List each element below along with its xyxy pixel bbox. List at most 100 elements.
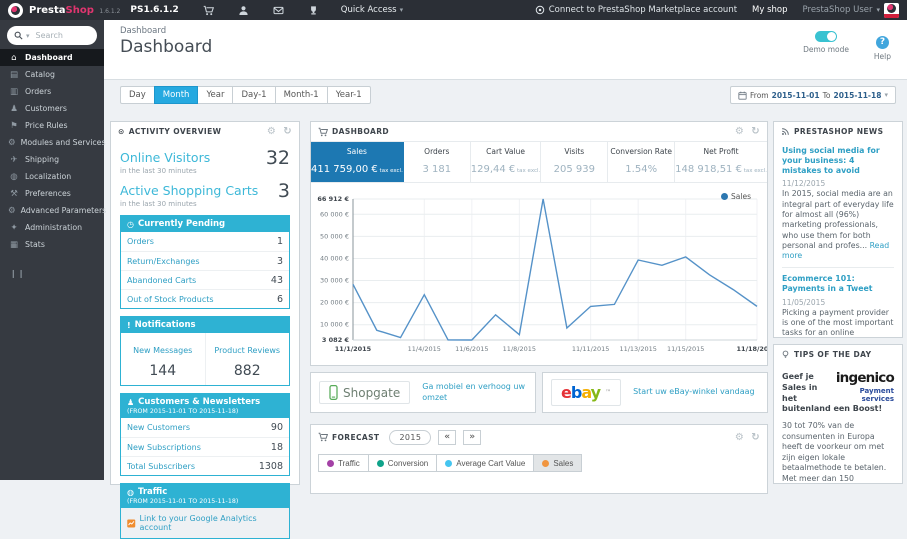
range-year-button[interactable]: Year — [197, 86, 234, 104]
kpi-value: 129,44 € tax excl. — [470, 164, 541, 175]
range-month-1-button[interactable]: Month-1 — [274, 86, 328, 104]
shopgate-link[interactable]: Ga mobiel en verhoog uw omzet — [422, 382, 527, 403]
refresh-icon[interactable]: ↻ — [751, 122, 760, 141]
sidebar-item-catalog[interactable]: ▤ Catalog — [0, 66, 104, 83]
news-article: Ecommerce 101: Payments in a Tweet 11/05… — [782, 274, 894, 337]
news-article-title[interactable]: Ecommerce 101: Payments in a Tweet — [782, 274, 894, 294]
ebay-banner[interactable]: ebay ™ Start uw eBay-winkel vandaag — [542, 372, 768, 413]
topbar: PrestaShop 1.6.1.2 PS1.6.1.2 Quick Acces… — [0, 0, 907, 20]
date-range-picker[interactable]: From 2015-11-01 To 2015-11-18 ▾ — [730, 86, 896, 104]
pending-abandoned-carts-link[interactable]: Abandoned Carts — [127, 276, 196, 285]
marketplace-icon — [535, 5, 544, 15]
marketplace-link[interactable]: Connect to PrestaShop Marketplace accoun… — [535, 5, 737, 15]
breadcrumb[interactable]: Dashboard — [120, 26, 166, 36]
range-day-1-button[interactable]: Day-1 — [232, 86, 276, 104]
phone-icon — [329, 385, 338, 400]
pending-return-exchanges-link[interactable]: Return/Exchanges — [127, 257, 200, 266]
kpi-conversion-rate[interactable]: Conversion Rate 1.54% — [608, 142, 676, 182]
kpi-cart-value[interactable]: Cart Value 129,44 € tax excl. — [471, 142, 542, 182]
sidebar-item-localization[interactable]: ◍ Localization — [0, 168, 104, 185]
sidebar-item-administration[interactable]: ✦ Administration — [0, 219, 104, 236]
sidebar-item-label: Customers — [25, 104, 67, 113]
gear-icon[interactable]: ⚙ — [735, 428, 744, 447]
sidebar-item-advanced-parameters[interactable]: ⚙ Advanced Parameters — [0, 202, 107, 219]
mail-icon[interactable] — [273, 5, 284, 16]
sidebar-item-modules-and-services[interactable]: ⚙ Modules and Services — [0, 134, 106, 151]
shop-version[interactable]: PS1.6.1.2 — [130, 5, 178, 15]
kpi-net-profit[interactable]: Net Profit 148 918,51 € tax excl. — [675, 142, 767, 182]
prestashop-news-panel: PRESTASHOP NEWS Using social media for y… — [773, 121, 903, 338]
kpi-label: Sales — [346, 147, 367, 156]
pending-out-of-stock-products-link[interactable]: Out of Stock Products — [127, 295, 214, 304]
my-shop-link[interactable]: My shop — [752, 5, 787, 15]
online-visitors-link[interactable]: Online Visitors — [120, 150, 210, 165]
product-reviews-link[interactable]: Product Reviews — [214, 346, 280, 355]
sidebar-item-label: Advanced Parameters — [20, 206, 107, 215]
customers-new-subscriptions-value: 18 — [270, 441, 283, 453]
customer-icon[interactable] — [238, 5, 249, 16]
sidebar-item-preferences[interactable]: ⚒ Preferences — [0, 185, 104, 202]
section-subtitle: (FROM 2015-11-01 TO 2015-11-18) — [127, 498, 239, 505]
online-visitors-value: 32 — [265, 147, 290, 169]
google-analytics-link[interactable]: Link to your Google Analytics account — [121, 508, 289, 538]
refresh-icon[interactable]: ↻ — [751, 428, 760, 447]
forecast-next-button[interactable]: » — [463, 429, 482, 445]
shopgate-banner[interactable]: Shopgate Ga mobiel en verhoog uw omzet — [310, 372, 536, 413]
gear-icon[interactable]: ⚙ — [735, 122, 744, 141]
advanced-parameters-icon: ⚙ — [8, 205, 16, 216]
active-carts-link[interactable]: Active Shopping Carts — [120, 183, 258, 198]
ebay-letter: a — [581, 383, 591, 402]
sidebar-item-stats[interactable]: ▦ Stats — [0, 236, 104, 253]
panel-title: FORECAST — [332, 432, 380, 442]
avatar — [884, 2, 899, 18]
marketplace-label: Connect to PrestaShop Marketplace accoun… — [548, 5, 738, 15]
customers-row: Total Subscribers 1308 — [121, 456, 289, 475]
kpi-orders[interactable]: Orders 3 181 — [404, 142, 471, 182]
active-carts-sub: in the last 30 minutes — [120, 200, 197, 208]
sidebar-item-customers[interactable]: ♟ Customers — [0, 100, 104, 117]
kpi-sales[interactable]: Sales 411 759,00 € tax excl. — [311, 142, 404, 182]
customers-total-subscribers-link[interactable]: Total Subscribers — [127, 462, 195, 471]
refresh-icon[interactable]: ↻ — [283, 122, 292, 141]
news-article-title[interactable]: Using social media for your business: 4 … — [782, 146, 894, 176]
forecast-prev-button[interactable]: « — [438, 429, 457, 445]
user-menu[interactable]: PrestaShop User ▾ — [803, 2, 899, 18]
trophy-icon[interactable] — [308, 5, 319, 16]
new-messages-link[interactable]: New Messages — [133, 346, 192, 355]
toggle-conversion[interactable]: Conversion — [367, 454, 438, 472]
svg-text:11/6/2015: 11/6/2015 — [455, 345, 488, 353]
gear-icon[interactable]: ⚙ — [267, 122, 276, 141]
svg-text:11/15/2015: 11/15/2015 — [667, 345, 704, 353]
pending-orders-link[interactable]: Orders — [127, 237, 154, 246]
collapse-sidebar-button[interactable]: ❙❙ — [10, 269, 104, 278]
demo-mode-toggle[interactable]: Demo mode — [803, 31, 849, 54]
quick-access-label: Quick Access — [340, 5, 397, 15]
cart-icon[interactable] — [203, 5, 214, 16]
toggle-average-cart-value[interactable]: Average Cart Value — [436, 454, 535, 472]
quick-access-menu[interactable]: Quick Access ▾ — [341, 5, 403, 15]
range-month-button[interactable]: Month — [153, 86, 199, 104]
ebay-link[interactable]: Start uw eBay-winkel vandaag — [633, 387, 755, 397]
forecast-year-select[interactable]: 2015 — [389, 429, 432, 445]
kpi-visits[interactable]: Visits 205 939 — [541, 142, 609, 182]
sidebar: ▾ Search ⌂ Dashboard ▤ Catalog ▥ Orders ♟ Custo… — [0, 20, 107, 480]
sidebar-item-shipping[interactable]: ✈ Shipping — [0, 151, 104, 168]
customers-new-subscriptions-link[interactable]: New Subscriptions — [127, 443, 201, 452]
toggle-switch-icon[interactable] — [815, 31, 838, 42]
customers-new-customers-link[interactable]: New Customers — [127, 423, 190, 432]
help-button[interactable]: ? Help — [874, 29, 891, 61]
range-year-1-button[interactable]: Year-1 — [326, 86, 371, 104]
localization-icon: ◍ — [10, 171, 18, 182]
range-day-button[interactable]: Day — [120, 86, 155, 104]
toggle-sales[interactable]: Sales — [533, 454, 583, 472]
sidebar-item-label: Stats — [25, 240, 45, 249]
sidebar-item-dashboard[interactable]: ⌂ Dashboard — [0, 49, 104, 66]
sidebar-item-orders[interactable]: ▥ Orders — [0, 83, 104, 100]
tip-body: 30 tot 70% van de consumenten in Europa … — [782, 421, 887, 483]
toggle-traffic[interactable]: Traffic — [318, 454, 369, 472]
sidebar-item-price-rules[interactable]: ⚑ Price Rules — [0, 117, 104, 134]
sidebar-search[interactable]: ▾ Search — [7, 26, 97, 45]
ingenico-logo: ingenico Payment services — [835, 370, 895, 403]
prestashop-logo-icon[interactable] — [8, 2, 23, 18]
svg-text:11/1/2015: 11/1/2015 — [335, 345, 372, 353]
